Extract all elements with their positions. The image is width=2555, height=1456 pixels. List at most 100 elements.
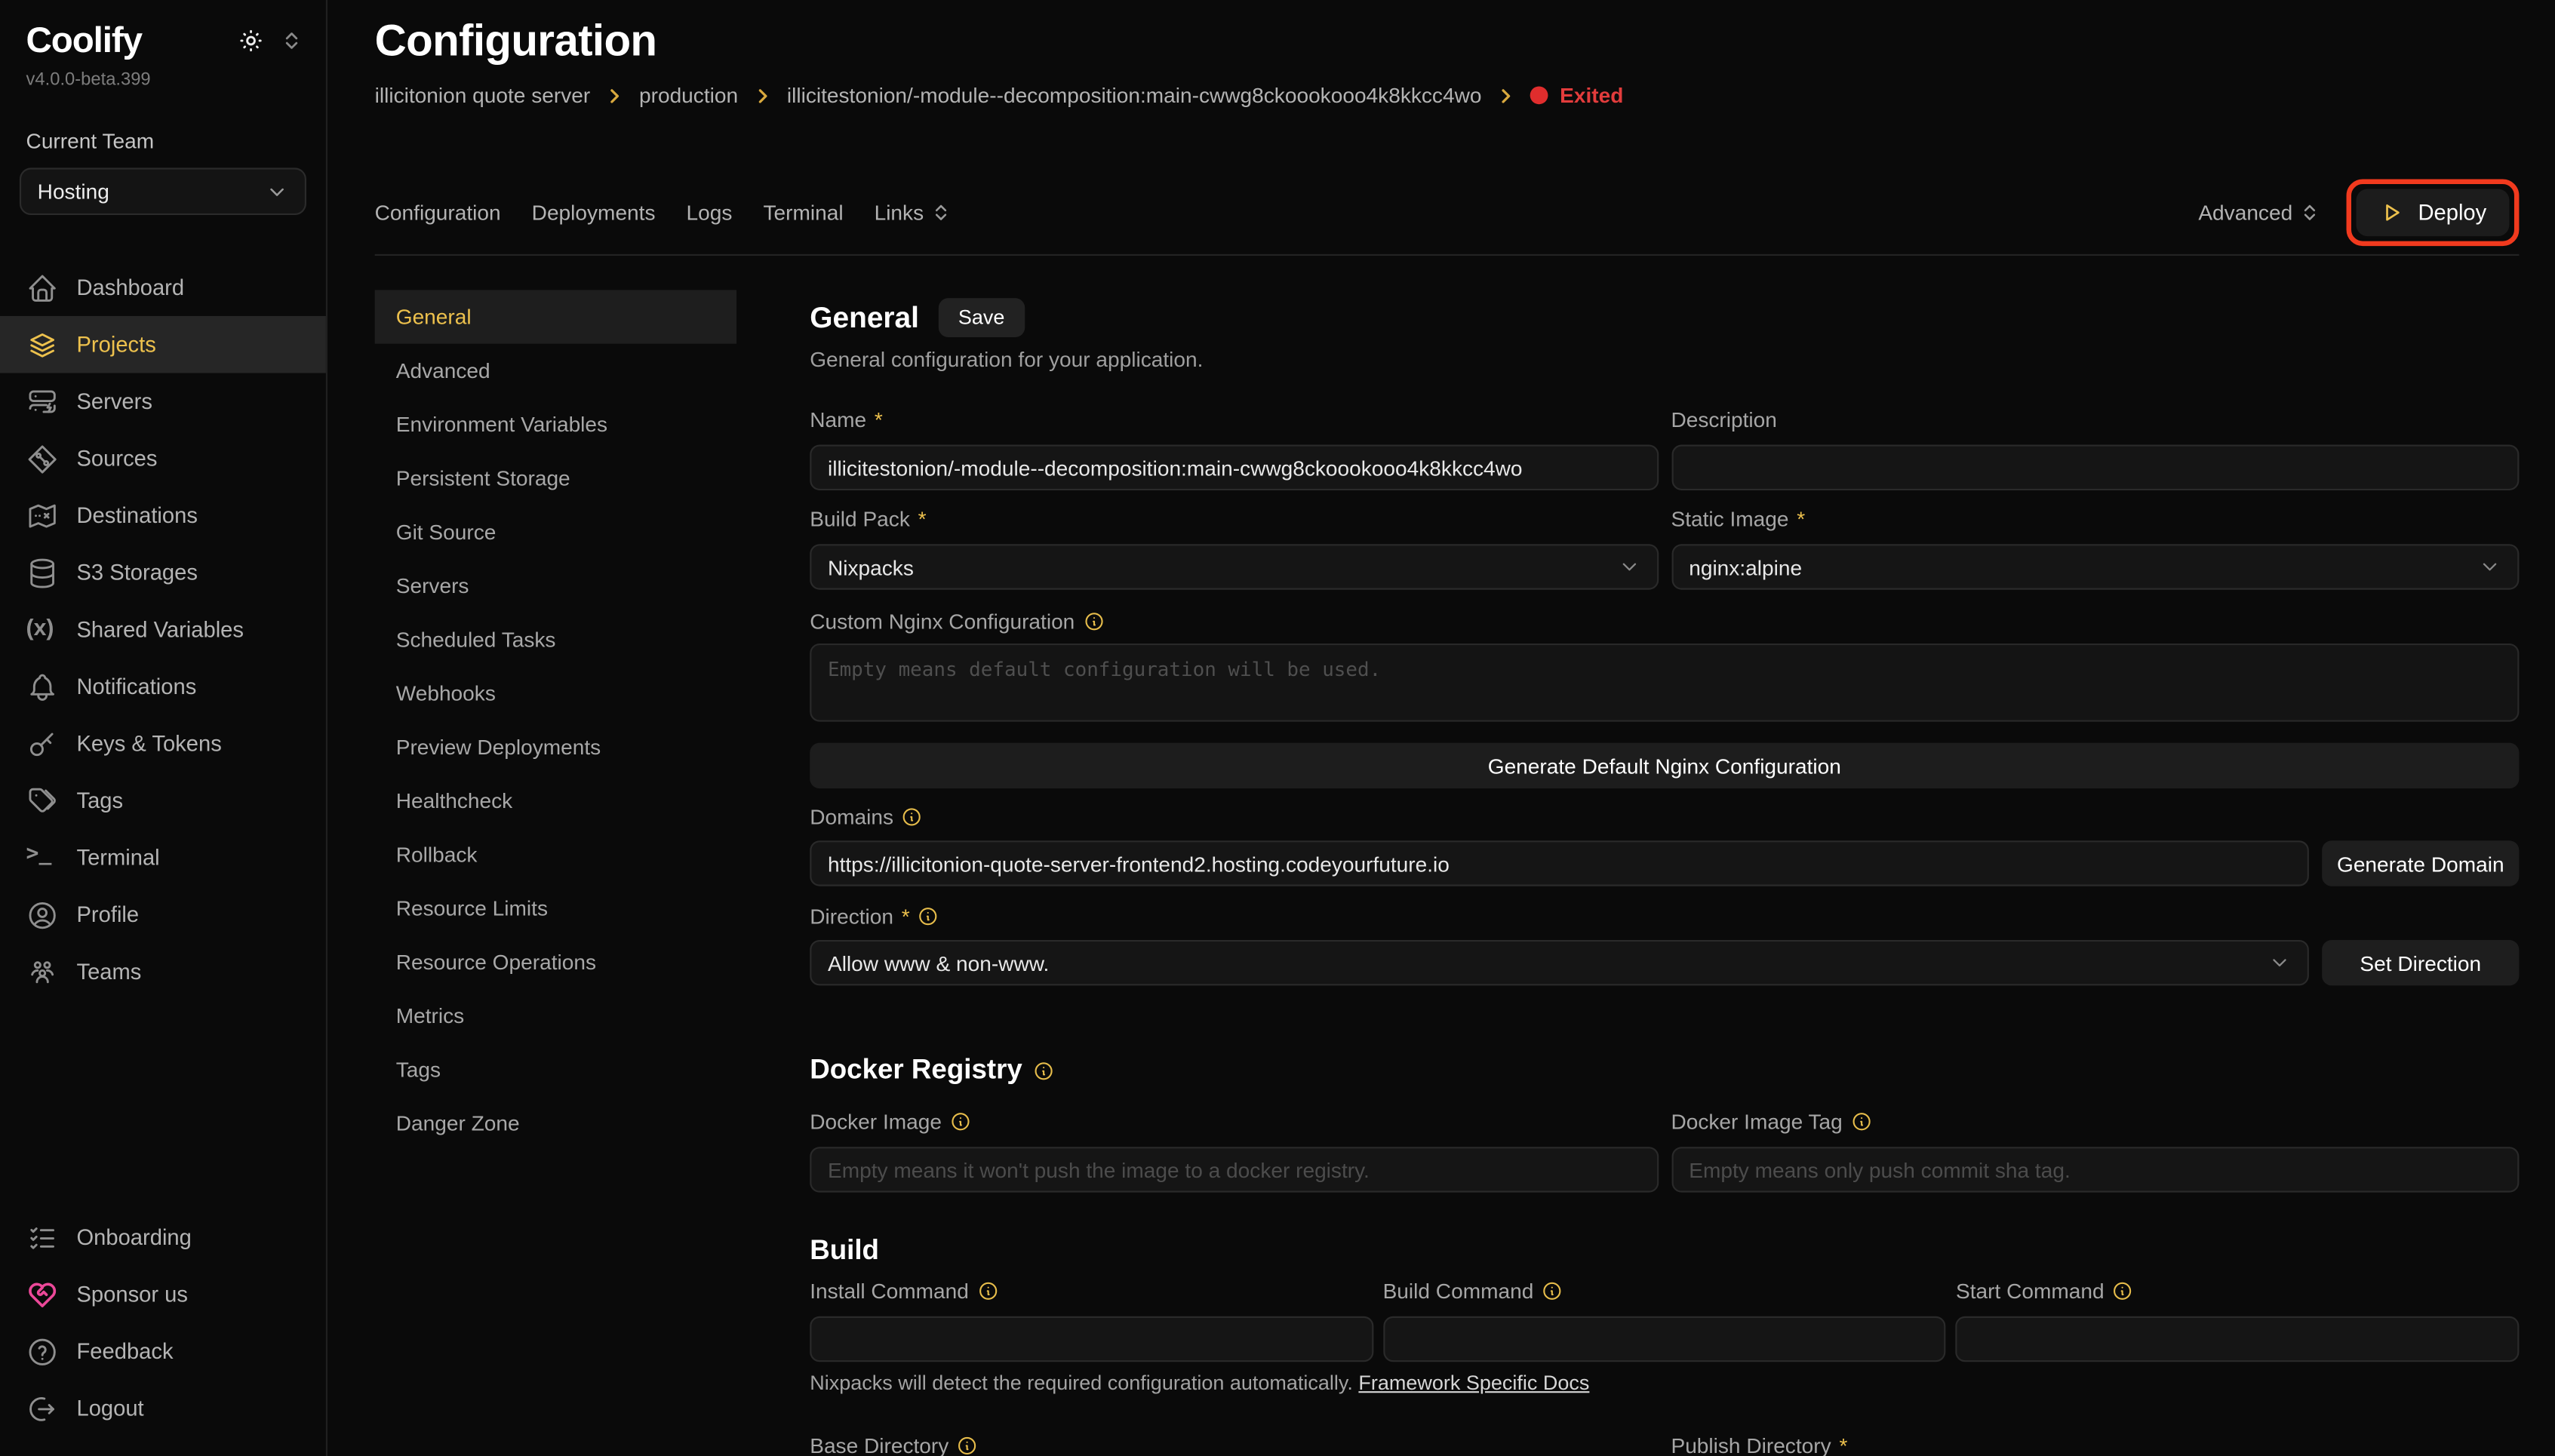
name-input[interactable] (810, 445, 1658, 490)
database-icon (26, 556, 59, 588)
docker-image-tag-input[interactable] (1671, 1147, 2519, 1192)
subnav-rollback[interactable]: Rollback (375, 828, 736, 881)
status-text: Exited (1560, 83, 1623, 107)
build-pack-select[interactable]: Nixpacks (810, 544, 1658, 589)
sidebar-item-sources[interactable]: Sources (0, 430, 326, 487)
domains-label: Domains (810, 805, 2519, 829)
subnav-general[interactable]: General (375, 290, 736, 343)
breadcrumb-project[interactable]: illicitonion quote server (375, 83, 591, 107)
layers-icon (26, 328, 59, 361)
key-icon (26, 727, 59, 760)
users-group-icon (26, 955, 59, 988)
info-icon (1851, 1111, 1872, 1132)
start-command-input[interactable] (1956, 1316, 2519, 1362)
subnav-resource-limits[interactable]: Resource Limits (375, 881, 736, 935)
advanced-dropdown[interactable]: Advanced (2198, 201, 2320, 225)
team-select[interactable]: Hosting (20, 167, 306, 215)
install-command-input[interactable] (810, 1316, 1373, 1362)
tab-deployments[interactable]: Deployments (532, 201, 656, 225)
info-icon (977, 1280, 998, 1301)
subnav-healthcheck[interactable]: Healthcheck (375, 774, 736, 828)
generate-domain-button[interactable]: Generate Domain (2322, 840, 2519, 886)
custom-nginx-textarea[interactable] (810, 644, 2519, 722)
theme-sun-icon[interactable] (238, 28, 264, 54)
build-pack-label: Build Pack* (810, 507, 1658, 531)
direction-select[interactable]: Allow www & non-www. (810, 940, 2309, 985)
section-subtitle: General configuration for your applicati… (810, 347, 2519, 371)
theme-selector-icon[interactable] (280, 29, 303, 52)
subnav-advanced[interactable]: Advanced (375, 344, 736, 398)
subnav-danger-zone[interactable]: Danger Zone (375, 1096, 736, 1150)
logout-icon (26, 1392, 59, 1424)
subnav-resource-operations[interactable]: Resource Operations (375, 935, 736, 988)
tag-icon (26, 785, 59, 817)
info-icon (1083, 611, 1104, 632)
subnav-tags[interactable]: Tags (375, 1043, 736, 1096)
save-button[interactable]: Save (939, 298, 1024, 337)
coolify-app: Coolify v4.0.0-beta.399 Current Team Hos… (0, 0, 2555, 1456)
sidebar-item-onboarding[interactable]: Onboarding (0, 1209, 326, 1266)
tab-bar: Configuration Deployments Logs Terminal … (375, 180, 2520, 247)
subnav-webhooks[interactable]: Webhooks (375, 666, 736, 720)
tab-links[interactable]: Links (875, 201, 952, 225)
description-label: Description (1671, 407, 2519, 432)
set-direction-button[interactable]: Set Direction (2322, 940, 2519, 985)
sidebar-item-feedback[interactable]: Feedback (0, 1322, 326, 1380)
sidebar-item-shared-variables[interactable]: (x) Shared Variables (0, 601, 326, 659)
subnav-persistent-storage[interactable]: Persistent Storage (375, 451, 736, 505)
sidebar-item-logout[interactable]: Logout (0, 1380, 326, 1437)
sidebar-item-sponsor[interactable]: Sponsor us (0, 1266, 326, 1323)
sidebar-item-notifications[interactable]: Notifications (0, 658, 326, 715)
docker-image-input[interactable] (810, 1147, 1658, 1192)
sidebar-item-servers[interactable]: Servers (0, 373, 326, 431)
sidebar-item-teams[interactable]: Teams (0, 943, 326, 1000)
tab-logs[interactable]: Logs (687, 201, 733, 225)
generate-nginx-button[interactable]: Generate Default Nginx Configuration (810, 743, 2519, 788)
sidebar-item-s3-storages[interactable]: S3 Storages (0, 544, 326, 601)
sidebar-nav: Dashboard Projects Servers Sources Desti… (0, 259, 326, 1000)
sidebar-item-terminal[interactable]: >_ Terminal (0, 829, 326, 886)
terminal-icon: >_ (26, 841, 59, 874)
static-image-select[interactable]: nginx:alpine (1671, 544, 2519, 589)
breadcrumb-application[interactable]: illicitestonion/-module--decomposition:m… (787, 83, 1482, 107)
home-icon (26, 272, 59, 304)
tab-terminal[interactable]: Terminal (763, 201, 843, 225)
sidebar-item-destinations[interactable]: Destinations (0, 487, 326, 545)
chevron-right-icon (1496, 85, 1516, 105)
docker-image-label: Docker Image (810, 1110, 1658, 1134)
deploy-button[interactable]: Deploy (2356, 189, 2509, 236)
sidebar-item-dashboard[interactable]: Dashboard (0, 259, 326, 316)
help-circle-icon (26, 1335, 59, 1368)
status-dot-icon (1530, 86, 1548, 104)
sidebar-item-tags[interactable]: Tags (0, 773, 326, 830)
status-badge: Exited (1530, 83, 1623, 107)
heart-handshake-icon (26, 1278, 59, 1310)
domains-input[interactable] (810, 840, 2309, 886)
description-input[interactable] (1671, 445, 2519, 490)
info-icon (918, 906, 939, 927)
subnav-metrics[interactable]: Metrics (375, 989, 736, 1043)
tab-configuration[interactable]: Configuration (375, 201, 501, 225)
sidebar-item-projects[interactable]: Projects (0, 316, 326, 373)
breadcrumb: illicitonion quote server production ill… (375, 83, 2520, 107)
section-title-build: Build (810, 1235, 2519, 1267)
map-icon (26, 499, 59, 532)
name-label: Name* (810, 407, 1658, 432)
subnav-scheduled-tasks[interactable]: Scheduled Tasks (375, 613, 736, 666)
subnav-servers[interactable]: Servers (375, 559, 736, 613)
info-icon (902, 806, 923, 828)
custom-nginx-label: Custom Nginx Configuration (810, 610, 2519, 634)
subnav-git-source[interactable]: Git Source (375, 505, 736, 558)
framework-docs-link[interactable]: Framework Specific Docs (1358, 1372, 1589, 1394)
breadcrumb-environment[interactable]: production (639, 83, 738, 107)
subnav-preview-deployments[interactable]: Preview Deployments (375, 720, 736, 773)
nixpacks-note: Nixpacks will detect the required config… (810, 1372, 2519, 1394)
subnav-environment-variables[interactable]: Environment Variables (375, 398, 736, 451)
bell-icon (26, 671, 59, 703)
build-command-input[interactable] (1383, 1316, 1946, 1362)
main-area: Configuration illicitonion quote server … (327, 0, 2555, 1456)
publish-directory-label: Publish Directory* (1671, 1433, 2519, 1456)
direction-label: Direction* (810, 904, 2519, 928)
sidebar-item-keys-tokens[interactable]: Keys & Tokens (0, 715, 326, 773)
sidebar-item-profile[interactable]: Profile (0, 886, 326, 944)
